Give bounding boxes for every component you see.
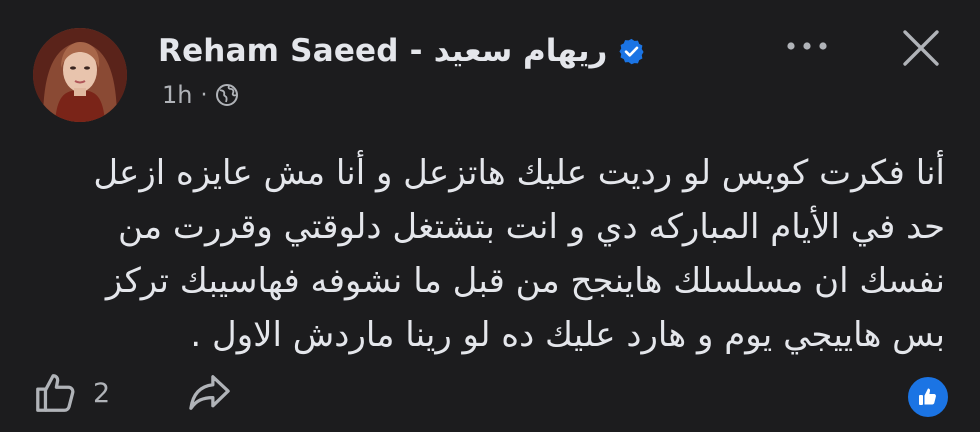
post-card: Reham Saeed - ريهام سعيد 1h · أنا فكرت ك… <box>0 0 980 432</box>
post-text: أنا فكرت كويس لو رديت عليك هاتزعل و أنا … <box>40 146 945 362</box>
globe-icon[interactable] <box>215 83 239 107</box>
more-dots-icon <box>787 42 827 50</box>
author-line: Reham Saeed - ريهام سعيد <box>158 29 646 73</box>
post-text-line: أنا فكرت كويس لو رديت عليك هاتزعل و أنا … <box>93 153 945 193</box>
like-button[interactable]: 2 <box>33 368 110 418</box>
like-reaction-badge[interactable] <box>906 375 950 419</box>
post-text-line: حد في الأيام المباركه دي و انت بتشتغل دل… <box>118 207 945 247</box>
post-text-line: بس هاييجي يوم و هارد عليك ده لو رينا مار… <box>190 315 945 355</box>
post-timestamp[interactable]: 1h <box>162 81 192 109</box>
like-count: 2 <box>93 377 111 409</box>
close-button[interactable] <box>893 20 949 76</box>
share-icon <box>189 375 230 410</box>
author-name[interactable]: Reham Saeed - ريهام سعيد <box>158 33 607 69</box>
verified-badge-icon <box>619 38 644 64</box>
meta-separator: · <box>200 82 208 108</box>
avatar-image <box>33 28 127 122</box>
thumbs-up-reaction-icon <box>919 388 936 405</box>
thumbs-up-icon <box>36 374 75 412</box>
post-meta: 1h · <box>162 78 239 112</box>
more-options-button[interactable] <box>772 22 842 70</box>
avatar[interactable] <box>33 28 127 122</box>
post-text-line: نفسك ان مسلسلك هاينجح من قبل ما نشوفه فه… <box>105 261 945 301</box>
share-button[interactable] <box>180 368 240 418</box>
close-icon <box>903 30 939 66</box>
